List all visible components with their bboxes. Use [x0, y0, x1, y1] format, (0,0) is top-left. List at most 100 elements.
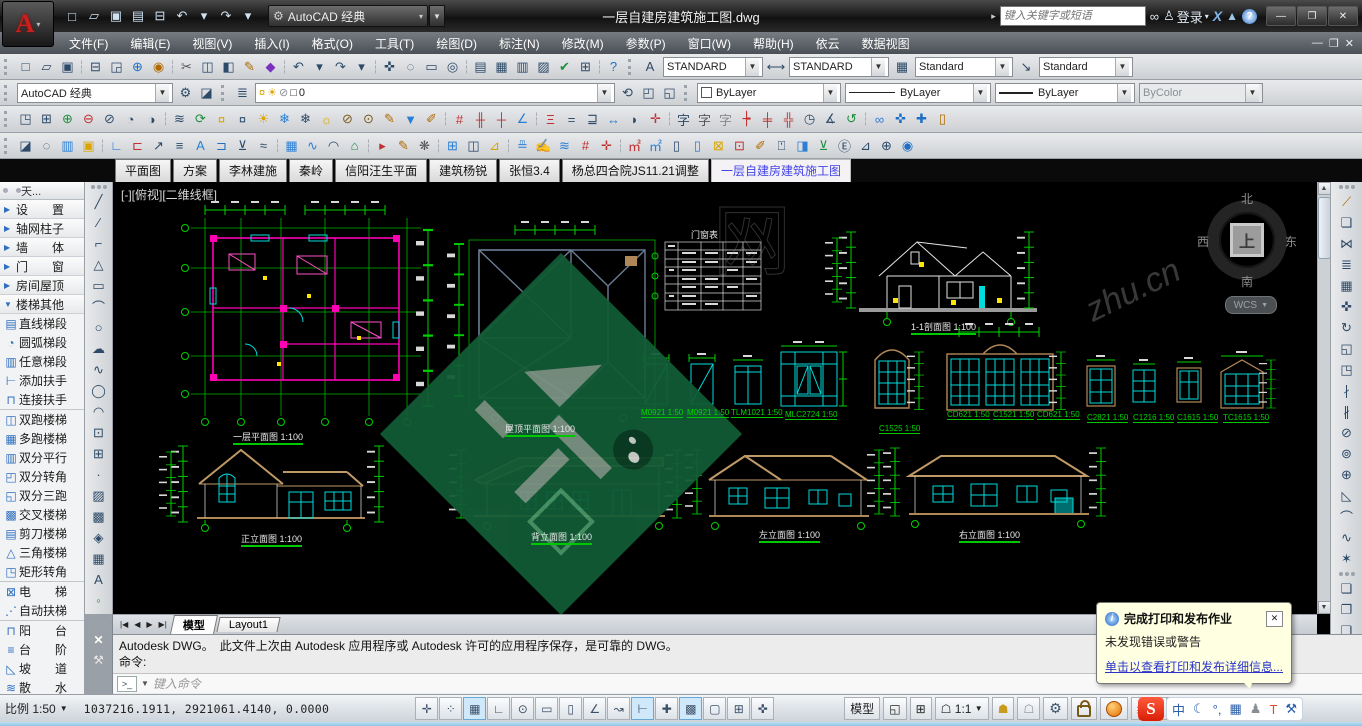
palette-item-double-three-run[interactable]: ◱双分三跑 — [0, 486, 84, 505]
list-icon[interactable]: ≡ — [169, 136, 190, 156]
circle-icon[interactable]: ○ — [88, 317, 109, 338]
toolbar-grip[interactable] — [1339, 185, 1355, 189]
undo-icon[interactable]: ↶ — [172, 6, 192, 26]
menu-item[interactable]: 数据视图 — [851, 33, 921, 54]
wrench-icon[interactable]: ⚒ — [93, 653, 104, 667]
palette-group-grid-column[interactable]: ▶轴网柱子 — [0, 219, 84, 238]
construction-line-icon[interactable]: ∕ — [88, 212, 109, 233]
doc-tab[interactable]: 张恒3.4 — [499, 159, 560, 182]
bulb-on-icon[interactable]: ¤ — [211, 109, 232, 129]
drawing-canvas[interactable]: [-][俯视][二维线框] — [113, 182, 1317, 614]
sogou-skin-icon[interactable]: T — [1269, 702, 1277, 717]
toolbar-separator[interactable]: ┆ — [169, 57, 176, 77]
copy-tool-icon[interactable]: ❏ — [1336, 212, 1357, 233]
toolbar-grip[interactable] — [4, 111, 12, 127]
doc-tab[interactable]: 建筑杨锐 — [429, 159, 497, 182]
toolbar-separator[interactable]: ┆ — [617, 136, 624, 156]
fan-icon[interactable]: ❋ — [414, 136, 435, 156]
palette-item-double-parallel[interactable]: ▥双分平行 — [0, 448, 84, 467]
compass-west[interactable]: 西 — [1197, 233, 1209, 250]
menu-item[interactable]: 标注(N) — [488, 33, 551, 54]
move-tool-icon[interactable]: ✜ — [1336, 296, 1357, 317]
toolbar-separator[interactable]: ┆ — [862, 109, 869, 129]
workspace-flyout-button[interactable]: ▼ — [429, 5, 445, 27]
quickprop-toggle[interactable]: ⊞ — [727, 697, 750, 720]
magnifier-icon[interactable]: ◌ — [36, 136, 57, 156]
doc-tab[interactable]: 信阳汪生平面 — [335, 159, 427, 182]
axis-angle-icon[interactable]: ∠ — [512, 109, 533, 129]
signin-button[interactable]: ♙ 登录 ▾ — [1163, 7, 1209, 26]
workspace-settings-icon[interactable]: ⚙ — [175, 83, 196, 103]
clock-icon[interactable]: ◷ — [799, 109, 820, 129]
target-icon[interactable]: ⊕ — [876, 136, 897, 156]
add-selected-icon[interactable]: ◦ — [88, 590, 109, 611]
text-style-dropdown[interactable]: STANDARD▼ — [663, 57, 763, 77]
grid-toggle[interactable]: ▦ — [463, 697, 486, 720]
palette-item-straight-stair[interactable]: ▤直线梯段 — [0, 314, 84, 333]
pencil-icon[interactable]: ✎ — [379, 109, 400, 129]
freeze-icon[interactable]: ❄ — [274, 109, 295, 129]
clipboard-icon[interactable]: ▯ — [932, 109, 953, 129]
minimize-button[interactable]: — — [1266, 6, 1296, 26]
layout-quickview-icon[interactable]: ◱ — [883, 697, 906, 720]
revcloud-icon[interactable]: ☁ — [88, 338, 109, 359]
draworder-back-icon[interactable]: ❐ — [1336, 599, 1357, 620]
scrollbar-thumb[interactable] — [1318, 197, 1331, 259]
dim-pair-icon[interactable]: ╪ — [757, 109, 778, 129]
open-file-icon[interactable]: ▱ — [84, 6, 104, 26]
ortho-toggle[interactable]: ∟ — [487, 697, 510, 720]
annotation-visibility-icon[interactable]: ☗ — [992, 697, 1015, 720]
performance-icon[interactable] — [1100, 697, 1128, 720]
command-prompt-icon[interactable]: >_ — [117, 676, 137, 692]
publish-icon[interactable]: ⊕ — [127, 57, 148, 77]
wave-icon[interactable]: ∿ — [302, 136, 323, 156]
save-icon[interactable]: ▣ — [106, 6, 126, 26]
paste-icon[interactable]: ◧ — [218, 57, 239, 77]
window4-icon[interactable]: ⊞ — [442, 136, 463, 156]
toolbar-separator[interactable]: ┆ — [162, 109, 169, 129]
color-dropdown[interactable]: ByLayer▼ — [697, 83, 841, 103]
menu-item[interactable]: 修改(M) — [551, 33, 615, 54]
measure-icon[interactable]: ≞ — [512, 136, 533, 156]
linetype-dropdown[interactable]: ByLayer▼ — [845, 83, 991, 103]
compass-east[interactable]: 东 — [1285, 233, 1297, 250]
sogou-moon-icon[interactable]: ☾ — [1193, 701, 1205, 717]
palette-item-ramp[interactable]: ◺坡 道 — [0, 659, 84, 678]
area-icon[interactable]: ㎡ — [624, 136, 645, 156]
break-tool-icon[interactable]: ⊚ — [1336, 443, 1357, 464]
print-icon[interactable]: ⊟ — [85, 57, 106, 77]
redo-icon[interactable]: ↷ — [330, 57, 351, 77]
annotation-autoscale-icon[interactable]: ☖ — [1017, 697, 1040, 720]
selection-cycling-toggle[interactable]: ✜ — [751, 697, 774, 720]
notification-details-link[interactable]: 单击以查看打印和发布详细信息... — [1105, 658, 1283, 675]
move-blue-icon[interactable]: ✜ — [890, 109, 911, 129]
lineweight-dropdown[interactable]: ByLayer▼ — [995, 83, 1135, 103]
help-icon[interactable]: ? — [603, 57, 624, 77]
palette-group-stair-other[interactable]: ▼楼梯其他 — [0, 295, 84, 314]
toolbar-separator[interactable]: ┆ — [99, 136, 106, 156]
help-icon[interactable]: ? — [1242, 9, 1257, 24]
copy-icon[interactable]: ◫ — [197, 57, 218, 77]
cut-icon[interactable]: ✂ — [176, 57, 197, 77]
notification-close-button[interactable]: ✕ — [1266, 611, 1283, 627]
axis-red-icon[interactable]: # — [575, 136, 596, 156]
open-icon[interactable]: ▱ — [36, 57, 57, 77]
bulb-off-icon[interactable]: ¤ — [232, 109, 253, 129]
coordinates-readout[interactable]: 1037216.1911, 2921061.4140, 0.0000 — [84, 702, 330, 716]
command-window-grip[interactable]: ✕ ⚒ — [85, 614, 113, 694]
big-a-icon[interactable]: A — [190, 136, 211, 156]
annotation-scale-dropdown[interactable]: ☖ 1:1 ▼ — [935, 697, 989, 720]
model-tab[interactable]: 模型 — [170, 615, 218, 634]
col-pair-icon[interactable]: ▯ — [666, 136, 687, 156]
command-input[interactable]: 键入命令 — [153, 675, 201, 692]
lock-layer-icon[interactable]: ⊘ — [337, 109, 358, 129]
frame-icon[interactable]: ▣ — [78, 136, 99, 156]
redo-dd-icon[interactable]: ▾ — [351, 57, 372, 77]
viewport-add-icon[interactable]: ⊕ — [57, 109, 78, 129]
save-as-icon[interactable]: ▤ — [128, 6, 148, 26]
snap-toggle[interactable]: ✛ — [415, 697, 438, 720]
mtext-icon[interactable]: A — [88, 569, 109, 590]
polar-toggle[interactable]: ⊙ — [511, 697, 534, 720]
close-button[interactable]: ✕ — [1328, 6, 1358, 26]
wcs-dropdown[interactable]: WCS ▼ — [1225, 296, 1277, 314]
